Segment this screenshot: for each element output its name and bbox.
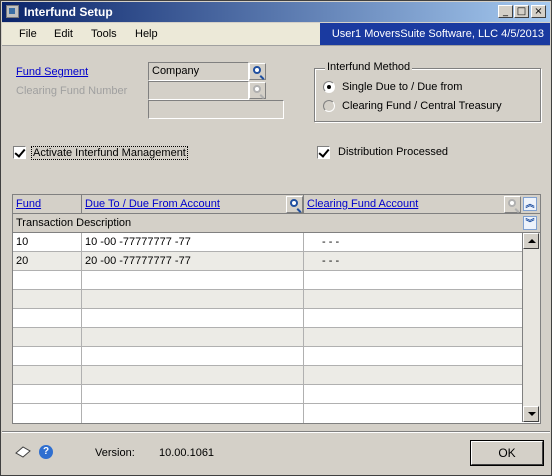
scroll-up-button[interactable] — [523, 233, 539, 249]
clearing-fund-number-field[interactable] — [148, 81, 249, 100]
due-account-lookup-button[interactable] — [286, 196, 303, 213]
cell-due-account[interactable] — [82, 385, 303, 403]
cell-due-account[interactable]: 20 -00 -77777777 -77 — [82, 252, 303, 270]
minimize-button[interactable]: _ — [498, 5, 513, 18]
magnifier-icon — [290, 199, 298, 207]
cell-fund[interactable] — [13, 290, 81, 308]
cell-clearing-account[interactable] — [304, 347, 522, 365]
arrow-down-icon — [528, 412, 536, 416]
cell-clearing-account[interactable]: - - - — [304, 233, 522, 251]
activate-interfund-label[interactable]: Activate Interfund Management — [31, 146, 188, 160]
cell-fund[interactable]: 20 — [13, 252, 81, 270]
cell-clearing-account[interactable] — [304, 385, 522, 403]
clearing-fund-description-field — [148, 100, 284, 119]
maximize-button[interactable]: □ — [514, 5, 529, 18]
version-label: Version: — [95, 447, 135, 459]
interfund-setup-window: Interfund Setup _ □ × File Edit Tools He… — [0, 0, 552, 476]
col-clearing-account-header[interactable]: Clearing Fund Account — [304, 195, 504, 213]
expand-rows-button[interactable]: ︾ — [523, 216, 537, 230]
scroll-down-button[interactable] — [523, 406, 539, 422]
col-due-to-from-header[interactable]: Due To / Due From Account — [82, 195, 287, 213]
cell-due-account[interactable] — [82, 271, 303, 289]
menu-tools[interactable]: Tools — [91, 28, 117, 40]
version-value: 10.00.1061 — [159, 447, 215, 459]
close-button[interactable]: × — [531, 5, 546, 18]
cell-clearing-account[interactable] — [304, 309, 522, 327]
table-row[interactable] — [13, 385, 522, 404]
title-bar[interactable]: Interfund Setup _ □ × — [2, 2, 550, 22]
distribution-processed-label[interactable]: Distribution Processed — [338, 146, 448, 158]
single-due-label[interactable]: Single Due to / Due from — [342, 81, 462, 93]
cell-fund[interactable] — [13, 309, 81, 327]
cell-due-account[interactable] — [82, 366, 303, 384]
table-row[interactable] — [13, 328, 522, 347]
window-icon — [6, 5, 19, 18]
table-row[interactable] — [13, 347, 522, 366]
cell-clearing-account[interactable] — [304, 271, 522, 289]
arrow-up-icon — [528, 239, 536, 243]
cell-fund[interactable]: 10 — [13, 233, 81, 251]
cell-fund[interactable] — [13, 328, 81, 346]
clearing-fund-lookup-button[interactable] — [249, 82, 266, 99]
cell-clearing-account[interactable] — [304, 328, 522, 346]
window-title: Interfund Setup — [24, 5, 113, 19]
magnifier-icon — [253, 66, 261, 74]
clearing-fund-label[interactable]: Clearing Fund / Central Treasury — [342, 100, 502, 112]
interfund-method-title: Interfund Method — [325, 61, 413, 73]
footer-divider — [2, 431, 550, 433]
distribution-processed-checkbox[interactable] — [317, 146, 330, 159]
interfund-method-group: Interfund Method — [314, 61, 541, 122]
grid-header-row-2: Transaction Description ︾ — [13, 214, 540, 233]
cell-fund[interactable] — [13, 347, 81, 365]
note-icon[interactable] — [15, 446, 31, 458]
cell-due-account[interactable] — [82, 328, 303, 346]
clearing-fund-radio[interactable] — [323, 100, 335, 112]
menu-help[interactable]: Help — [135, 28, 158, 40]
cell-clearing-account[interactable] — [304, 366, 522, 384]
grid-vertical-scrollbar[interactable] — [522, 233, 540, 422]
table-row[interactable] — [13, 271, 522, 290]
user-company-date-info: User1 MoversSuite Software, LLC 4/5/2013 — [320, 23, 550, 45]
transaction-description-header: Transaction Description — [16, 217, 132, 229]
cell-fund[interactable] — [13, 385, 81, 403]
menu-edit[interactable]: Edit — [54, 28, 73, 40]
clearing-account-lookup-button[interactable] — [504, 196, 521, 213]
fund-segment-field[interactable]: Company — [148, 62, 249, 81]
interfund-grid: Fund Due To / Due From Account Clearing … — [12, 194, 541, 424]
grid-header-row: Fund Due To / Due From Account Clearing … — [13, 195, 540, 214]
fund-segment-lookup-button[interactable] — [249, 63, 266, 80]
magnifier-icon — [508, 199, 516, 207]
cell-due-account[interactable] — [82, 290, 303, 308]
single-due-radio[interactable] — [323, 81, 335, 93]
cell-due-account[interactable] — [82, 309, 303, 327]
col-fund-header[interactable]: Fund — [13, 195, 81, 213]
help-icon[interactable]: ? — [39, 445, 53, 459]
table-row[interactable] — [13, 366, 522, 385]
cell-fund[interactable] — [13, 271, 81, 289]
activate-interfund-checkbox[interactable] — [13, 146, 26, 159]
cell-fund[interactable] — [13, 366, 81, 384]
table-row[interactable]: 10 10 -00 -77777777 -77- - - — [13, 233, 522, 252]
fund-segment-link[interactable]: Fund Segment — [16, 66, 88, 78]
cell-clearing-account[interactable] — [304, 290, 522, 308]
cell-due-account[interactable] — [82, 347, 303, 365]
table-row[interactable] — [13, 290, 522, 309]
collapse-rows-button[interactable]: ︽ — [523, 197, 537, 211]
ok-button[interactable]: OK — [471, 441, 543, 465]
clearing-fund-number-label: Clearing Fund Number — [16, 85, 128, 97]
table-row[interactable] — [13, 309, 522, 328]
menu-file[interactable]: File — [19, 28, 37, 40]
table-row[interactable]: 20 20 -00 -77777777 -77- - - — [13, 252, 522, 271]
magnifier-icon — [253, 85, 261, 93]
menu-bar: File Edit Tools Help User1 MoversSuite S… — [2, 23, 550, 46]
cell-clearing-account[interactable]: - - - — [304, 252, 522, 270]
cell-due-account[interactable]: 10 -00 -77777777 -77 — [82, 233, 303, 251]
